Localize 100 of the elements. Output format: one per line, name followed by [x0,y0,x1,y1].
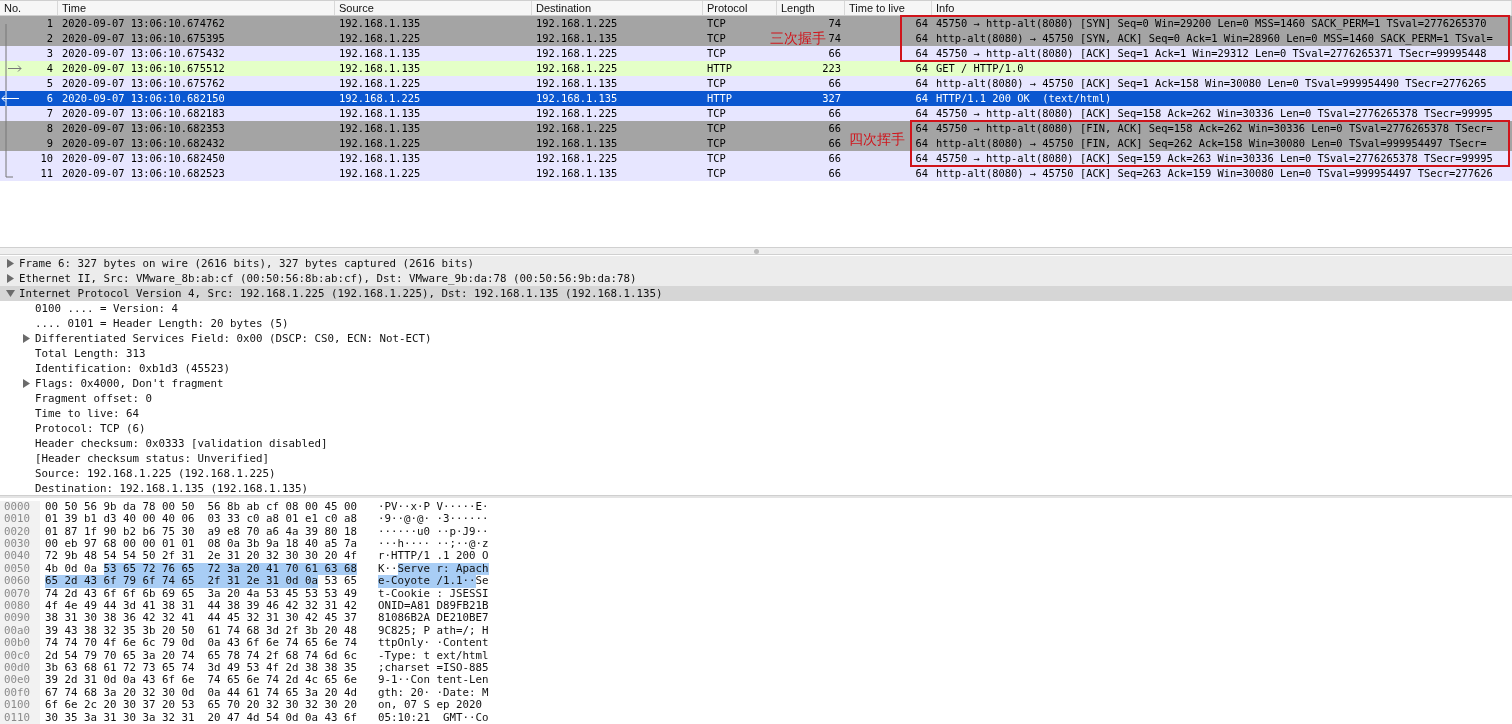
ascii-text[interactable]: ···h···· ··;··@·z [378,537,489,551]
hex-bytes[interactable]: 74 74 70 4f 6e 6c 79 0d 0a 43 6f 6e 74 65 6e 74 [45,637,357,650]
packet-protocol: TCP [707,105,726,121]
hex-bytes[interactable]: 01 87 1f 90 b2 b6 75 30 a9 e8 70 a6 4a 39 80 18 [45,525,357,538]
packet-row[interactable]: 1 2020-09-07 13:06:10.674762 192.168.1.135 192.168.1.225 TCP 74 64 45750 → http-alt(8080) [SYN] Seq=0 Win=29200 Len=0 MSS=1460 SACK_PERM=1 TSval=2776265370 [0,16,1512,31]
hex-bytes[interactable]: 4f 4e 49 44 3d 41 38 31 44 38 39 46 42 32 31 42 [45,599,357,613]
ascii-text[interactable]: ·9··@·@· ·3······ [378,513,489,526]
column-header[interactable]: Destination [536,0,592,17]
detail-row[interactable]: Ethernet II, Src: VMware_8b:ab:cf (00:50:56:8b:ab:cf), Dst: VMware_9b:da:78 (00:50:56:9b:da:78) [0,271,1512,287]
packet-ttl: 64 [915,90,928,106]
hex-offset: 0090 [0,612,40,625]
packet-length: 66 [828,105,841,121]
packet-row[interactable]: 4 2020-09-07 13:06:10.675512 192.168.1.135 192.168.1.225 HTTP 223 64 GET / HTTP/1.0 [0,61,1512,76]
packet-source: 192.168.1.225 [339,30,421,46]
column-header[interactable]: Protocol [707,0,748,17]
packet-time: 2020-09-07 13:06:10.682432 [62,135,225,151]
ascii-text[interactable]: 9C825; P ath=/; H [378,624,489,638]
hex-bytes[interactable]: 39 2d 31 0d 0a 43 6f 6e 74 65 6e 74 2d 4c 65 6e [45,674,357,687]
ascii-text[interactable]: ttpOnly· ·Content [378,637,489,650]
packet-ttl: 64 [915,165,928,181]
packet-destination: 192.168.1.225 [536,45,618,61]
packet-destination: 192.168.1.225 [536,150,618,166]
column-header[interactable]: Info [936,0,955,17]
hex-bytes[interactable]: 67 74 68 3a 20 32 30 0d 0a 44 61 74 65 3a 20 4d [45,686,357,700]
packet-row[interactable]: 6 2020-09-07 13:06:10.682150 192.168.1.225 192.168.1.135 HTTP 327 64 HTTP/1.1 200 OK (text/html) [0,91,1512,106]
packet-number: 6 [46,90,53,106]
packet-info: 45750 → http-alt(8080) [FIN, ACK] Seq=158 Ack=262 Win=30336 Len=0 TSval=2776265378 TSecr= [936,120,1493,136]
column-header[interactable]: Source [339,0,374,17]
hex-offset: 0060 [0,575,40,588]
column-header[interactable]: Time [62,0,87,17]
hex-bytes[interactable]: 65 2d 43 6f 79 6f 74 65 2f 31 2e 31 0d 0a [45,575,318,588]
packet-protocol: HTTP [707,90,733,106]
ascii-text[interactable]: 05:10:21 GMT··Co [378,711,489,724]
ascii-text[interactable]: ;charset =ISO-885 [378,661,489,675]
detail-row[interactable]: Internet Protocol Version 4, Src: 192.168.1.225 (192.168.1.225), Dst: 192.168.1.135 (192.168.1.135) [0,286,1512,302]
packet-row[interactable]: 2 2020-09-07 13:06:10.675395 192.168.1.225 192.168.1.135 TCP 三次握手 74 64 http-alt(8080) → 45750 [SYN, ACK] Seq=0 Ack=1 Win=28960 Len=0 MSS=1460 SACK_PERM=1 TSval= [0,31,1512,46]
packet-row[interactable]: 3 2020-09-07 13:06:10.675432 192.168.1.135 192.168.1.225 TCP 66 64 45750 → http-alt(8080) [ACK] Seq=1 Ack=1 Win=29312 Len=0 TSval=2776265371 TSecr=99995448 [0,46,1512,61]
column-header[interactable]: Time to live [849,0,905,17]
packet-ttl: 64 [915,45,928,61]
hex-bytes[interactable]: 4b 0d 0a [45,562,104,576]
annotation-label: 三次握手 [770,30,826,47]
ascii-text[interactable]: -Type: t ext/html [378,649,489,662]
hex-bytes[interactable]: 6f 6e 2c 20 30 37 20 53 65 70 20 32 30 32 30 20 [45,699,357,712]
hex-offset: 0010 [0,513,40,526]
hex-bytes[interactable]: 74 2d 43 6f 6f 6b 69 65 3a 20 4a 53 45 53 53 49 [45,587,357,600]
hex-bytes[interactable]: 53 65 [318,575,358,588]
ascii-text[interactable]: t-Cookie : JSESSI [378,587,489,600]
ascii-text[interactable]: Se [475,575,489,588]
detail-text: .... 0101 = Header Length: 20 bytes (5) [35,315,289,332]
detail-row[interactable]: Frame 6: 327 bytes on wire (2616 bits), 327 bytes captured (2616 bits) [0,256,1512,272]
hex-offset: 0040 [0,550,40,563]
expand-arrow-icon[interactable] [6,259,15,269]
hex-bytes[interactable]: 72 9b 48 54 54 50 2f 31 2e 31 20 32 30 30 20 4f [45,550,357,563]
hex-bytes[interactable]: 2d 54 79 70 65 3a 20 74 65 78 74 2f 68 74 6d 6c [45,649,357,662]
hex-bytes[interactable]: 01 39 b1 d3 40 00 40 06 03 33 c0 a8 01 e1 c0 a8 [45,513,357,526]
expand-arrow-icon[interactable] [22,379,31,389]
detail-text: Identification: 0xb1d3 (45523) [35,360,230,377]
packet-row[interactable]: 5 2020-09-07 13:06:10.675762 192.168.1.225 192.168.1.135 TCP 66 64 http-alt(8080) → 45750 [ACK] Seq=1 Ack=158 Win=30080 Len=0 TSval=999954490 TSecr=2776265 [0,76,1512,91]
packet-length: 66 [828,75,841,91]
hex-bytes[interactable]: 53 65 72 76 65 72 3a 20 41 70 61 63 68 [103,562,358,576]
detail-text: 0100 .... = Version: 4 [35,300,178,317]
expand-arrow-icon[interactable] [6,274,15,284]
ascii-text[interactable]: K·· [378,562,398,576]
packet-source: 192.168.1.135 [339,105,421,121]
packet-source: 192.168.1.135 [339,60,421,76]
splitter-handle[interactable] [753,248,759,254]
ascii-text[interactable]: on, 07 S ep 2020 [378,699,482,712]
packet-row[interactable]: 7 2020-09-07 13:06:10.682183 192.168.1.135 192.168.1.225 TCP 66 64 45750 → http-alt(8080) [ACK] Seq=158 Ack=262 Win=30336 Len=0 TSval=2776265378 TSecr=99995 [0,106,1512,121]
hex-bytes[interactable]: 30 35 3a 31 30 3a 32 31 20 47 4d 54 0d 0a 43 6f [45,711,357,724]
packet-row[interactable]: 11 2020-09-07 13:06:10.682523 192.168.1.225 192.168.1.135 TCP 66 64 http-alt(8080) → 45750 [ACK] Seq=263 Ack=159 Win=30080 Len=0 TSval=999954497 TSecr=277626 [0,166,1512,181]
hex-bytes[interactable]: 00 eb 97 68 00 00 01 01 08 0a 3b 9a 18 40 a5 7a [45,537,357,551]
packet-info: http-alt(8080) → 45750 [ACK] Seq=263 Ack=159 Win=30080 Len=0 TSval=999954497 TSecr=277626 [936,165,1493,181]
ascii-text[interactable]: ONID=A81 D89FB21B [378,599,489,613]
column-header[interactable]: Length [781,0,815,17]
hex-bytes[interactable]: 39 43 38 32 35 3b 20 50 61 74 68 3d 2f 3b 20 48 [45,624,357,638]
detail-text: Total Length: 313 [35,345,146,362]
hex-bytes[interactable]: 38 31 30 38 36 42 32 41 44 45 32 31 30 42 45 37 [45,612,357,625]
ascii-text[interactable]: 9-1··Con tent-Len [378,674,489,687]
packet-ttl: 64 [915,120,928,136]
ascii-text[interactable]: r·HTTP/1 .1 200 O [378,550,489,563]
ascii-text[interactable]: e-Coyote /1.1·· [378,575,476,588]
ascii-text[interactable]: gth: 20· ·Date: M [378,686,489,700]
hex-bytes[interactable]: 00 50 56 9b da 78 00 50 56 8b ab cf 08 00 45 00 [45,500,357,514]
ascii-text[interactable]: Serve r: Apach [397,562,489,576]
packet-row[interactable]: 10 2020-09-07 13:06:10.682450 192.168.1.135 192.168.1.225 TCP 66 64 45750 → http-alt(8080) [ACK] Seq=159 Ack=263 Win=30336 Len=0 TSval=2776265378 TSecr=99995 [0,151,1512,166]
column-header[interactable]: No. [4,0,22,17]
packet-protocol: HTTP [707,60,733,76]
packet-time: 2020-09-07 13:06:10.675395 [62,30,225,46]
packet-number: 8 [46,120,53,136]
ascii-text[interactable]: ······u0 ··p·J9·· [378,525,489,538]
collapse-arrow-icon[interactable] [6,289,15,299]
packet-source: 192.168.1.135 [339,120,421,136]
packet-ttl: 64 [915,135,928,151]
packet-length: 66 [828,150,841,166]
hex-bytes[interactable]: 3b 63 68 61 72 73 65 74 3d 49 53 4f 2d 38 38 35 [45,661,357,675]
ascii-text[interactable]: ·PV··x·P V·····E· [378,500,489,514]
expand-arrow-icon[interactable] [22,334,31,344]
ascii-text[interactable]: 81086B2A DE210BE7 [378,612,489,625]
detail-text: Source: 192.168.1.225 (192.168.1.225) [35,465,276,482]
packet-number: 7 [46,105,53,121]
